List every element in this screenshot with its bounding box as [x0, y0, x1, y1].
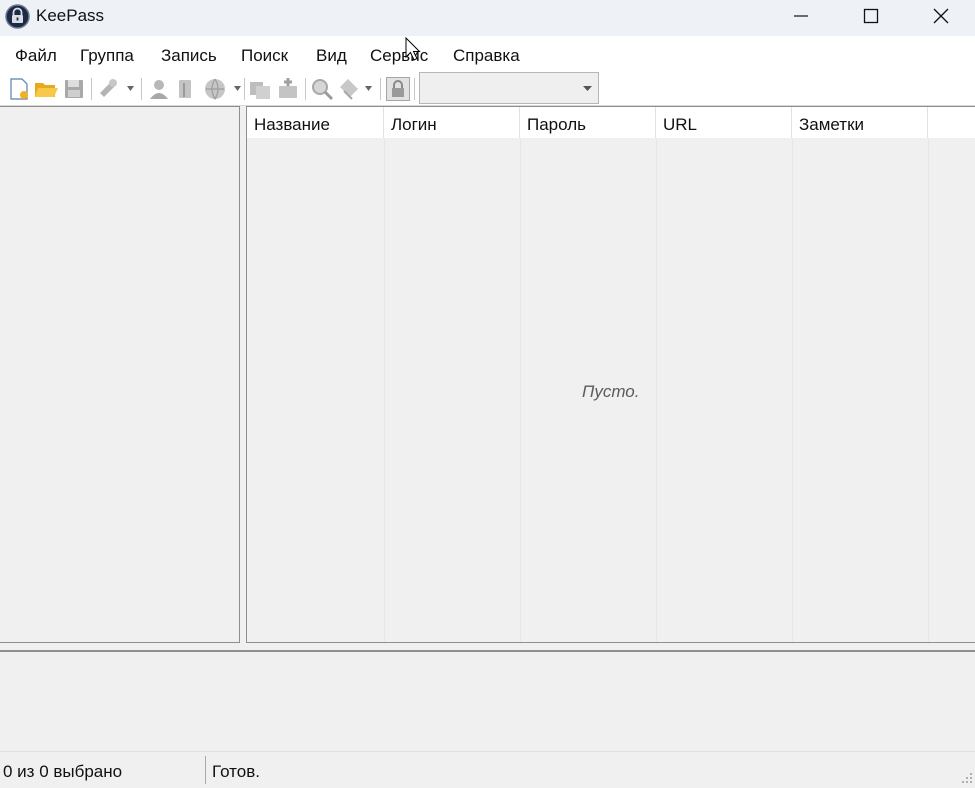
keepass-lock-icon — [5, 4, 30, 29]
maximize-icon — [863, 8, 879, 24]
quick-find-combobox[interactable] — [419, 72, 599, 104]
column-header-title[interactable]: Название — [247, 107, 384, 138]
toolbar-separator — [91, 78, 92, 100]
empty-list-message: Пусто. — [582, 382, 640, 401]
toolbar-separator — [305, 78, 306, 100]
add-entry-icon[interactable] — [96, 77, 120, 101]
toolbar-separator — [414, 78, 415, 100]
new-database-icon[interactable] — [7, 77, 31, 101]
find-icon[interactable] — [310, 77, 334, 101]
lock-icon[interactable] — [386, 77, 410, 101]
minimize-button[interactable] — [766, 0, 836, 32]
menu-file[interactable]: Файл — [15, 46, 57, 66]
resize-grip-icon[interactable] — [961, 772, 973, 784]
toolbar — [0, 72, 975, 106]
column-divider — [928, 138, 929, 642]
open-url-icon[interactable] — [248, 77, 272, 101]
column-header-url[interactable]: URL — [656, 107, 792, 138]
chevron-down-icon[interactable] — [234, 86, 241, 92]
chevron-down-icon[interactable] — [583, 86, 592, 92]
column-header-notes[interactable]: Заметки — [792, 107, 928, 138]
window-title: KeePass — [36, 6, 105, 25]
column-divider — [384, 138, 385, 642]
menu-entry[interactable]: Запись — [161, 46, 217, 66]
open-database-icon[interactable] — [34, 77, 58, 101]
chevron-down-icon[interactable] — [365, 86, 372, 92]
group-tree[interactable] — [0, 106, 240, 643]
toolbar-separator — [141, 78, 142, 100]
column-divider — [792, 138, 793, 642]
horizontal-splitter[interactable] — [0, 643, 975, 650]
menu-help[interactable]: Справка — [453, 46, 520, 66]
menu-bar: Файл Группа Запись Поиск Вид Сервис Спра… — [0, 36, 975, 72]
list-header: Название Логин Пароль URL Заметки — [247, 107, 975, 138]
menu-find[interactable]: Поиск — [241, 46, 288, 66]
save-icon[interactable] — [62, 77, 86, 101]
close-icon — [933, 8, 949, 24]
selection-status: 0 из 0 выбрано — [3, 762, 123, 781]
maximize-button[interactable] — [836, 0, 906, 32]
column-divider — [520, 138, 521, 642]
tag-filter-icon[interactable] — [338, 77, 362, 101]
column-divider — [656, 138, 657, 642]
toolbar-separator — [244, 78, 245, 100]
status-bar: 0 из 0 выбрано Готов. — [0, 751, 975, 788]
copy-password-icon[interactable] — [203, 77, 227, 101]
column-header-password[interactable]: Пароль — [520, 107, 656, 138]
title-bar: KeePass — [0, 0, 975, 36]
column-header-username[interactable]: Логин — [384, 107, 520, 138]
menu-view[interactable]: Вид — [316, 46, 347, 66]
edit-entry-icon[interactable] — [147, 77, 171, 101]
entry-preview-pane — [0, 650, 975, 751]
autotype-icon[interactable] — [276, 77, 300, 101]
close-button[interactable] — [906, 0, 975, 32]
chevron-down-icon[interactable] — [127, 86, 134, 92]
copy-username-icon[interactable] — [175, 77, 199, 101]
menu-group[interactable]: Группа — [80, 46, 134, 66]
toolbar-separator — [380, 78, 381, 100]
mouse-cursor-icon — [405, 37, 421, 61]
ready-status: Готов. — [212, 762, 260, 781]
minimize-icon — [794, 15, 808, 17]
status-divider — [205, 756, 206, 784]
entry-list[interactable]: Название Логин Пароль URL Заметки Пусто. — [246, 106, 975, 643]
